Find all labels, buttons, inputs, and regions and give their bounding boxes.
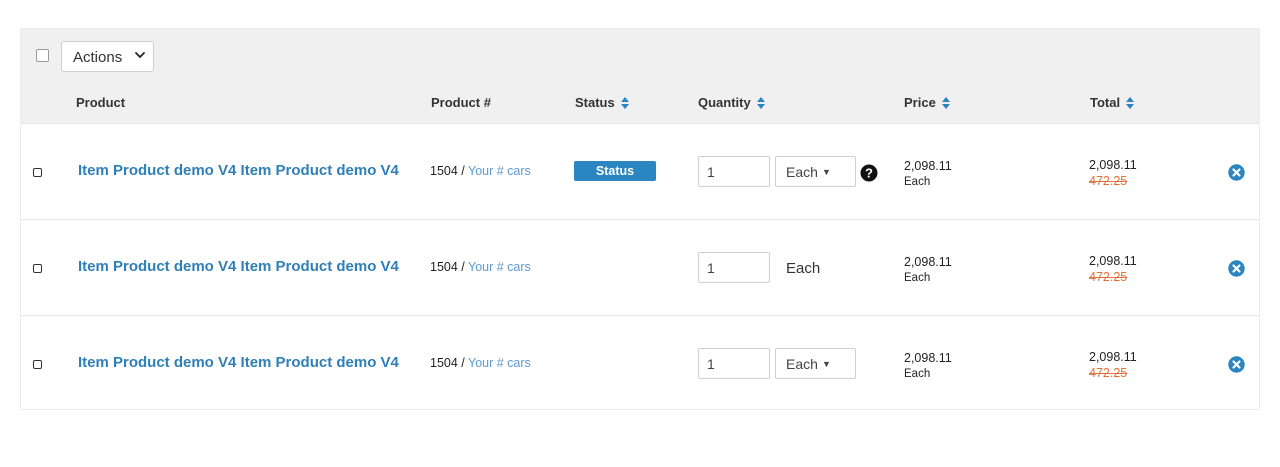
product-number: 1504 / Your # cars (430, 260, 531, 274)
col-total[interactable]: Total (1090, 95, 1135, 110)
original-price: 472.25 (1089, 270, 1128, 284)
col-quantity[interactable]: Quantity (698, 95, 765, 110)
svg-text:?: ? (865, 166, 873, 181)
sort-icon[interactable] (1126, 96, 1135, 109)
price-cell: 2,098.11 Each (904, 351, 952, 380)
unit-label: Each (786, 260, 821, 277)
caret-down-icon: ▼ (822, 167, 831, 177)
product-number: 1504 / Your # cars (430, 164, 531, 178)
total-cell: 2,098.11 472.25 (1089, 350, 1137, 380)
unit-select[interactable]: Each ▼ (775, 348, 856, 379)
your-number-link[interactable]: Your # cars (468, 356, 531, 370)
row-checkbox[interactable] (33, 168, 42, 177)
price-cell: 2,098.11 Each (904, 255, 952, 284)
unit-select[interactable]: Each ▼ (775, 156, 856, 187)
product-number: 1504 / Your # cars (430, 356, 531, 370)
cart-table: Actions Product Product # Status Quantit… (20, 28, 1260, 410)
actions-label: Actions (73, 49, 123, 66)
actions-dropdown[interactable]: Actions (61, 41, 154, 72)
product-name-link[interactable]: Item Product demo V4 Item Product demo V… (78, 258, 399, 275)
your-number-link[interactable]: Your # cars (468, 164, 531, 178)
remove-item-icon[interactable] (1228, 260, 1245, 277)
unit-select-value: Each (786, 356, 818, 372)
remove-item-icon[interactable] (1228, 164, 1245, 181)
quantity-input[interactable]: 1 (698, 156, 770, 187)
chevron-down-icon (134, 51, 146, 59)
col-product: Product (76, 95, 126, 110)
table-row: Item Product demo V4 Item Product demo V… (21, 315, 1259, 411)
sort-icon[interactable] (620, 96, 629, 109)
help-icon[interactable]: ? (860, 164, 878, 182)
row-checkbox[interactable] (33, 360, 42, 369)
sort-icon[interactable] (941, 96, 950, 109)
table-header: Actions Product Product # Status Quantit… (21, 29, 1259, 123)
original-price: 472.25 (1089, 366, 1128, 380)
quantity-input[interactable]: 1 (698, 252, 770, 283)
sort-icon[interactable] (756, 96, 765, 109)
your-number-link[interactable]: Your # cars (468, 260, 531, 274)
quantity-input[interactable]: 1 (698, 348, 770, 379)
table-row: Item Product demo V4 Item Product demo V… (21, 219, 1259, 315)
price-cell: 2,098.11 Each (904, 159, 952, 188)
remove-item-icon[interactable] (1228, 356, 1245, 373)
col-price[interactable]: Price (904, 95, 950, 110)
total-cell: 2,098.11 472.25 (1089, 158, 1137, 188)
unit-select-value: Each (786, 164, 818, 180)
row-checkbox[interactable] (33, 264, 42, 273)
col-product-num: Product # (431, 95, 491, 110)
product-name-link[interactable]: Item Product demo V4 Item Product demo V… (78, 354, 399, 371)
original-price: 472.25 (1089, 174, 1128, 188)
total-cell: 2,098.11 472.25 (1089, 254, 1137, 284)
table-row: Item Product demo V4 Item Product demo V… (21, 123, 1259, 219)
status-badge: Status (574, 161, 656, 181)
product-name-link[interactable]: Item Product demo V4 Item Product demo V… (78, 162, 399, 179)
caret-down-icon: ▼ (822, 359, 831, 369)
col-status[interactable]: Status (575, 95, 629, 110)
select-all-checkbox[interactable] (36, 49, 49, 62)
